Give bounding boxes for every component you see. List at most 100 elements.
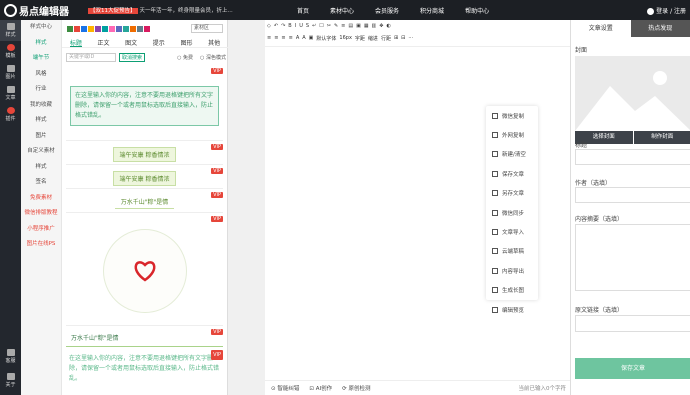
rail-item-images[interactable]: 图片 [0,62,21,83]
toolbar-button[interactable]: 缩进 [368,35,378,42]
toolbar-button[interactable]: ≡ [274,35,278,41]
float-menu-item[interactable]: 生成长图 [486,281,538,300]
template-item[interactable]: VIP 在这里输入你的内容，注意不要用退格键把所有文字删除，请保留一个或者用鼠标选… [66,350,223,388]
nav-home[interactable]: 首页 [297,6,309,15]
tab-body[interactable]: 正文 [97,36,109,47]
summary-textarea[interactable] [575,224,690,291]
toolbar-button[interactable]: ✎ [334,23,338,29]
toolbar-button[interactable]: ⊟ [401,35,405,41]
category-item[interactable]: 自定义素材 [21,144,61,160]
toolbar-button[interactable]: ⋯ [408,35,413,41]
promo-banner[interactable]: 【双11大促预告】 天一年活一年，终身限量会员，折上... [88,6,258,14]
category-item[interactable]: 图片在线PS [21,237,61,253]
tab-hot-topics[interactable]: 热点发现 [630,20,690,37]
float-menu-item[interactable]: 保存文章 [486,164,538,183]
toolbar-button[interactable]: ◇ [267,23,271,29]
toolbar-button[interactable]: ≡ [289,35,293,41]
template-item[interactable]: VIP 万水千山"粽"是情 [66,329,223,347]
material-select[interactable]: 素材区 [191,24,223,33]
toolbar-button[interactable]: ✥ [379,23,383,29]
toolbar-button[interactable]: U [299,23,303,29]
nav-points[interactable]: 积分商城 [420,6,444,15]
template-item[interactable]: VIP 端午安康 粽香情浓 [66,168,223,189]
save-article-button[interactable]: 保存文章 [575,358,690,379]
make-cover-button[interactable]: 制作封面 [633,131,690,144]
category-item[interactable]: 免费素材 [21,191,61,207]
color-swatch[interactable] [137,26,143,32]
color-swatch[interactable] [130,26,136,32]
category-item[interactable]: 样式 [21,113,61,129]
template-item[interactable]: VIP 端午安康 粽香情浓 [66,144,223,165]
tab-article-settings[interactable]: 文章设置 [571,20,631,37]
toolbar-button[interactable]: ↷ [281,23,285,29]
category-item[interactable]: 端午节 [21,51,61,67]
color-swatch[interactable] [67,26,73,32]
color-swatch[interactable] [95,26,101,32]
float-menu-item[interactable]: 微信同步 [486,203,538,222]
float-menu-item[interactable]: 文章导入 [486,222,538,241]
app-logo[interactable]: 易点编辑器 [4,3,69,18]
float-menu-item[interactable]: 新建/清空 [486,145,538,164]
toolbar-button[interactable]: A [296,35,299,41]
category-item[interactable]: 样式 [21,160,61,176]
nav-help[interactable]: 帮助中心 [465,6,489,15]
rail-item-about[interactable]: 关于 [0,370,21,391]
toolbar-button[interactable]: ✂ [327,23,331,29]
template-item[interactable]: VIP 万水千山"粽"是情 [66,192,223,213]
toolbar-button[interactable]: 行距 [381,35,391,42]
rail-item-styles[interactable]: 样式 [0,20,21,41]
toolbar-button[interactable]: B [288,23,291,29]
login-link[interactable]: 登录 / 注册 [647,6,686,15]
smart-check-button[interactable]: ⊙ 智能纠错 [271,384,299,392]
float-menu-item[interactable]: 外网复制 [486,125,538,144]
free-radio[interactable]: ○ 免费 [177,54,193,61]
color-swatch[interactable] [123,26,129,32]
category-item[interactable]: 样式中心 [21,20,61,36]
rail-item-articles[interactable]: 文章 [0,83,21,104]
toolbar-button[interactable]: ☐ [319,23,323,29]
rail-item-templates[interactable]: 模板 [0,41,21,62]
source-link-input[interactable] [575,315,690,332]
color-swatch[interactable] [88,26,94,32]
toolbar-button[interactable]: 默认字体 [316,35,336,42]
author-input[interactable] [575,187,690,203]
toolbar-button[interactable]: ▣ [356,23,361,29]
tab-title[interactable]: 标题 [69,36,82,47]
rail-item-support[interactable]: 客服 [0,346,21,367]
toolbar-button[interactable]: A [302,35,305,41]
category-item[interactable]: 微信排版教程 [21,206,61,222]
toolbar-button[interactable]: ⊞ [394,35,398,41]
category-item[interactable]: 样式 [21,36,61,52]
toolbar-button[interactable]: ▤ [348,23,353,29]
title-input[interactable] [575,149,690,165]
toolbar-button[interactable]: ▥ [372,23,377,29]
dark-mode-radio[interactable]: ○ 深色模式 [200,54,226,61]
template-item[interactable]: VIP 在这里输入你的内容，注意不要用退格键把所有文字删除，请保留一个或者用鼠标… [66,68,223,141]
float-menu-item[interactable]: 内容导出 [486,261,538,280]
toolbar-button[interactable]: ↶ [274,23,278,29]
color-swatch[interactable] [81,26,87,32]
nav-assets[interactable]: 素材中心 [330,6,354,15]
toolbar-button[interactable]: ◐ [386,23,390,29]
cancel-search-button[interactable]: 取消搜索 [119,52,146,62]
nav-membership[interactable]: 会员服务 [375,6,399,15]
toolbar-button[interactable]: ▦ [364,23,369,29]
toolbar-button[interactable]: S [306,23,309,29]
category-item[interactable]: 图片 [21,129,61,145]
color-swatch[interactable] [116,26,122,32]
toolbar-button[interactable]: ≡ [341,23,345,29]
toolbar-button[interactable]: 16px [339,35,352,41]
category-item[interactable]: 签名 [21,175,61,191]
tab-image-text[interactable]: 图文 [125,36,137,47]
color-swatch[interactable] [74,26,80,32]
cover-image-placeholder[interactable] [575,56,690,131]
color-swatch[interactable] [102,26,108,32]
float-menu-item[interactable]: 微信复制 [486,106,538,125]
category-item[interactable]: 行业 [21,82,61,98]
search-input[interactable]: 关键字或ID [66,52,116,62]
float-menu-item[interactable]: 编辑预览 [486,300,538,319]
float-menu-item[interactable]: 云端草稿 [486,242,538,261]
float-menu-item[interactable]: 另存文章 [486,184,538,203]
category-item[interactable]: 小程序推广 [21,222,61,238]
tab-tip[interactable]: 提示 [153,36,165,47]
